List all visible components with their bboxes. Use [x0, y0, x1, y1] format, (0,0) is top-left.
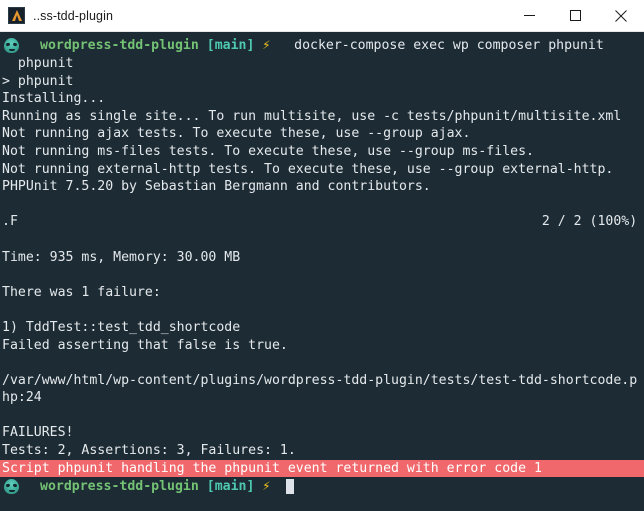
output-line: PHPUnit 7.5.20 by Sebastian Bergmann and…	[2, 179, 431, 195]
prompt-branch: [main]	[206, 38, 255, 53]
close-icon[interactable]	[598, 0, 644, 31]
error-line: Script phpunit handling the phpunit even…	[0, 459, 644, 478]
prompt-repo: wordpress-tdd-plugin	[40, 479, 199, 495]
output-line: phpunit	[2, 56, 74, 71]
window-title: ..ss-tdd-plugin	[33, 8, 114, 23]
window-controls	[506, 0, 644, 31]
prompt-repo: wordpress-tdd-plugin	[40, 38, 199, 53]
output-line-blank	[0, 407, 644, 425]
prompt-line-bottom[interactable]: wordpress-tdd-plugin [main] ⚡	[0, 477, 644, 496]
output-line-failure-header: There was 1 failure:	[2, 284, 161, 300]
output-line-blank	[0, 354, 644, 372]
output-line-blank	[0, 301, 644, 319]
output-line: Not running ajax tests. To execute these…	[2, 126, 471, 142]
output-line: Not running ms-files tests. To execute t…	[2, 143, 534, 159]
output-line-failure-path: /var/www/html/wp-content/plugins/wordpre…	[2, 372, 638, 388]
lightning-bolt-icon: ⚡	[262, 479, 271, 495]
terminal-window: ..ss-tdd-plugin wordpress-tdd-plugin [ma…	[0, 0, 644, 511]
output-line-failures-banner: FAILURES!	[2, 425, 74, 441]
output-line-time: Time: 935 ms, Memory: 30.00 MB	[2, 249, 241, 265]
output-line-failure-title: 1) TddTest::test_tdd_shortcode	[2, 319, 241, 335]
terminal-app-icon	[8, 7, 25, 24]
prompt-line-top: wordpress-tdd-plugin [main] ⚡ docker-com…	[0, 36, 644, 55]
minimize-icon[interactable]	[506, 0, 552, 31]
output-line-progress: .F 2 / 2 (100%)	[2, 214, 638, 230]
output-line: > phpunit	[2, 73, 74, 89]
output-line-totals: Tests: 2, Assertions: 3, Failures: 1.	[2, 443, 296, 459]
output-line-blank	[0, 231, 644, 249]
output-line: Running as single site... To run multisi…	[2, 108, 622, 124]
text-cursor	[286, 479, 295, 495]
alien-face-icon	[4, 479, 19, 495]
output-line: Not running external-http tests. To exec…	[2, 161, 614, 177]
output-line-failure-path-wrap: hp:24	[2, 390, 42, 406]
prompt-branch: [main]	[206, 479, 255, 495]
alien-face-icon	[4, 38, 19, 53]
output-line-blank	[0, 266, 644, 284]
output-line-blank	[0, 196, 644, 214]
terminal-output-area[interactable]: wordpress-tdd-plugin [main] ⚡ docker-com…	[0, 32, 644, 511]
title-bar: ..ss-tdd-plugin	[0, 0, 644, 32]
lightning-bolt-icon: ⚡	[262, 38, 271, 53]
maximize-icon[interactable]	[552, 0, 598, 31]
output-line: Installing...	[2, 91, 106, 107]
title-bar-left: ..ss-tdd-plugin	[0, 7, 113, 24]
prompt-command: docker-compose exec wp composer phpunit	[294, 38, 604, 53]
output-line-failure-message: Failed asserting that false is true.	[2, 337, 288, 353]
